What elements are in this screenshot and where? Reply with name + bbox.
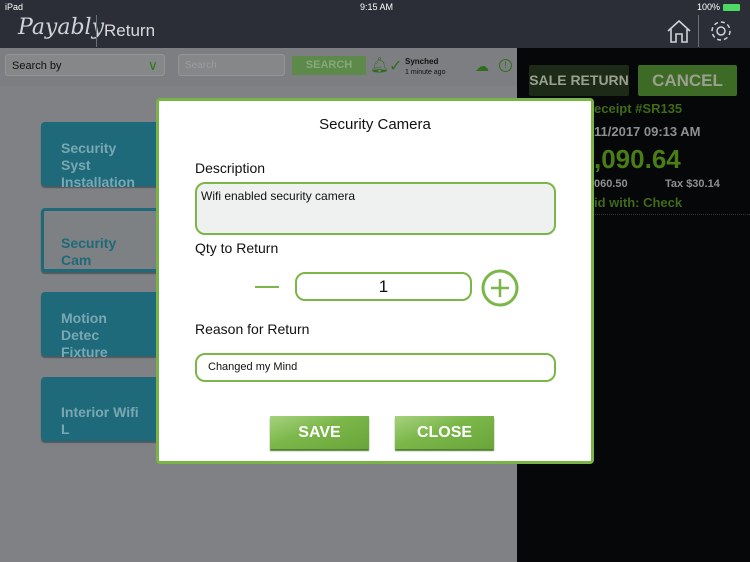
receipt-subtotal: 060.50 — [594, 178, 628, 190]
description-label: Description — [195, 160, 266, 176]
dialog-title: Security Camera — [319, 116, 431, 133]
search-input[interactable]: Search — [178, 54, 285, 76]
check-icon: ✓ — [389, 58, 403, 75]
toolbar: Search by ∨ Search SEARCH 🔔︎ ✓ Synched 1 … — [0, 48, 517, 86]
sync-time: 1 minute ago — [405, 69, 446, 76]
return-item-dialog: Security Camera Description Wifi enabled… — [156, 98, 594, 464]
reason-label: Reason for Return — [195, 321, 310, 337]
device-label: iPad — [5, 2, 24, 12]
reason-field[interactable]: Changed my Mind — [195, 353, 556, 382]
paid-with: id with: Check — [594, 195, 683, 210]
search-by-label: Search by — [12, 60, 62, 72]
receipt-tax: Tax $30.14 — [665, 178, 720, 190]
logo: Payably — [18, 15, 105, 40]
plus-icon[interactable] — [481, 269, 519, 307]
product-tile[interactable]: Interior Wifi L — [41, 377, 166, 441]
search-button[interactable]: SEARCH — [292, 56, 366, 75]
app-header: Payably Return — [0, 15, 750, 48]
receipt-date: 11/2017 09:13 AM — [594, 124, 701, 139]
gear-icon[interactable] — [708, 18, 734, 44]
product-tile[interactable]: Motion Detec Fixture — [41, 292, 166, 360]
cloud-upload-icon[interactable]: ☁ — [475, 58, 489, 75]
description-field[interactable]: Wifi enabled security camera — [195, 182, 556, 235]
receipt-number: eceipt #SR135 — [594, 101, 683, 116]
close-button[interactable]: CLOSE — [395, 416, 494, 449]
sale-return-button[interactable]: SALE RETURN — [529, 65, 629, 96]
battery-icon — [723, 4, 740, 11]
save-button[interactable]: SAVE — [270, 416, 369, 449]
minus-icon[interactable] — [255, 286, 279, 288]
bell-icon[interactable]: 🔔︎ — [370, 56, 389, 74]
product-tile[interactable]: Security Syst Installation — [41, 122, 166, 190]
product-tile-selected[interactable]: Security Cam — [41, 208, 166, 272]
battery-percent: 100% — [697, 2, 721, 12]
qty-label: Qty to Return — [195, 240, 279, 256]
receipt-total: ,090.64 — [594, 144, 681, 174]
chevron-down-icon: ∨ — [147, 57, 158, 73]
sync-status: Synched — [405, 57, 439, 66]
clock: 9:15 AM — [360, 2, 394, 12]
home-icon[interactable] — [666, 18, 692, 44]
divider — [96, 15, 97, 47]
cancel-button[interactable]: CANCEL — [638, 65, 737, 96]
page-title: Return — [104, 21, 156, 40]
status-bar: iPad 9:15 AM 100% — [0, 0, 750, 15]
qty-input[interactable]: 1 — [295, 272, 472, 301]
divider — [698, 15, 699, 47]
info-icon[interactable]: ! — [499, 59, 512, 72]
search-by-dropdown[interactable]: Search by ∨ — [5, 54, 165, 76]
